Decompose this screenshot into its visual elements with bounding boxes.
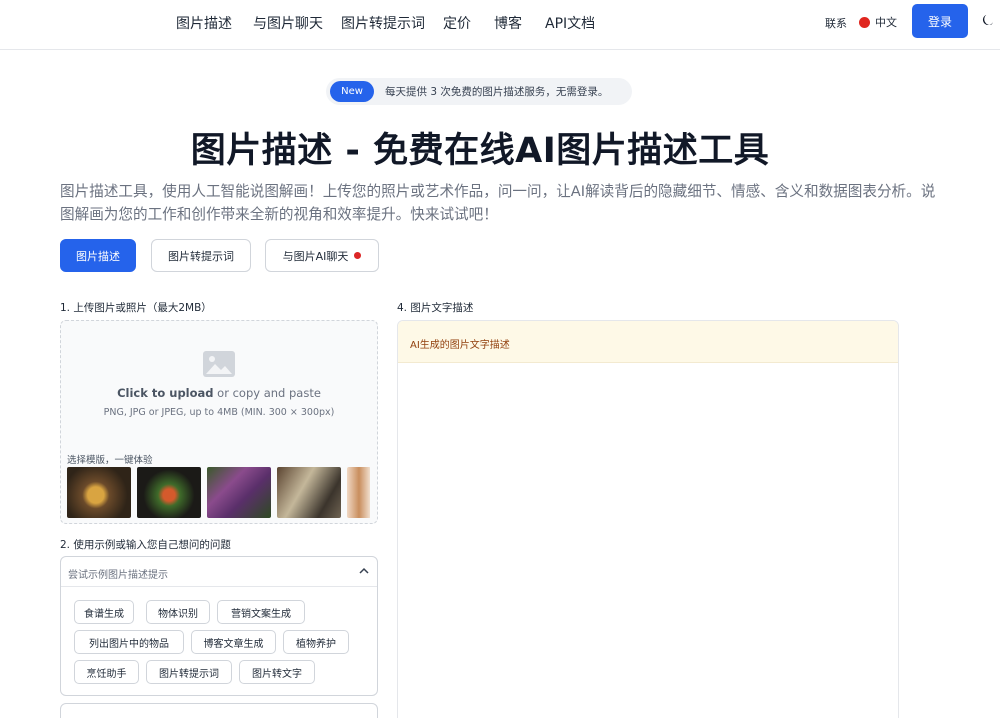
prompt-section-label: 2. 使用示例或输入您自己想问的问题 xyxy=(60,539,231,551)
page-subtitle: 图片描述工具，使用人工智能说图解画！上传您的照片或艺术作品，问一问，让AI解读背… xyxy=(60,183,936,223)
notification-dot xyxy=(354,252,362,259)
prompt-placeholder: 尝试示例图片描述提示 xyxy=(68,570,168,581)
prompt-examples-panel: 尝试示例图片描述提示 食谱生成 物体识别 营销文案生成 列出图片中的物品 博客文… xyxy=(60,556,378,696)
top-nav-bar: 图片描述 与图片聊天 图片转提示词 定价 博客 API文档 联系 中文 登录 xyxy=(0,0,1000,50)
language-label: 中文 xyxy=(875,16,897,29)
upload-instruction: Click to upload or copy and paste xyxy=(61,386,377,400)
upload-dropzone[interactable]: Click to upload or copy and paste PNG, J… xyxy=(60,320,378,524)
template-thumbnail[interactable] xyxy=(67,467,131,518)
nav-pricing[interactable]: 定价 xyxy=(443,13,471,33)
nav-chat-with-image[interactable]: 与图片聊天 xyxy=(253,13,323,33)
tab-image-description[interactable]: 图片描述 xyxy=(60,239,136,272)
prompt-chip[interactable]: 植物养护 xyxy=(283,630,349,654)
tab-label: 与图片AI聊天 xyxy=(282,249,349,263)
nav-image-description[interactable]: 图片描述 xyxy=(176,13,232,33)
description-output-panel: AI生成的图片文字描述 xyxy=(397,320,899,718)
login-button[interactable]: 登录 xyxy=(912,4,968,38)
question-input-box[interactable] xyxy=(60,703,378,718)
china-flag-icon xyxy=(859,16,870,28)
prompt-dropdown-header[interactable]: 尝试示例图片描述提示 xyxy=(61,557,377,587)
template-thumbnails xyxy=(67,467,370,519)
prompt-chip[interactable]: 博客文章生成 xyxy=(191,630,276,654)
nav-blog[interactable]: 博客 xyxy=(494,13,522,33)
description-section-label: 4. 图片文字描述 xyxy=(397,302,474,314)
page-title: 图片描述 - 免费在线AI图片描述工具 xyxy=(190,131,770,171)
contact-link[interactable]: 联系 xyxy=(825,15,847,31)
prompt-chip[interactable]: 营销文案生成 xyxy=(217,600,305,624)
new-tag: New xyxy=(330,81,374,102)
template-label: 选择模版，一键体验 xyxy=(67,455,153,466)
prompt-chip[interactable]: 物体识别 xyxy=(146,600,210,624)
tab-label: 图片转提示词 xyxy=(168,249,234,263)
announcement-text: 每天提供 3 次免费的图片描述服务，无需登录。 xyxy=(385,86,609,98)
template-thumbnail[interactable] xyxy=(207,467,271,518)
description-placeholder: AI生成的图片文字描述 xyxy=(410,340,510,351)
copy-paste-text: or copy and paste xyxy=(213,386,321,400)
prompt-chip[interactable]: 烹饪助手 xyxy=(74,660,139,684)
tab-image-to-prompt[interactable]: 图片转提示词 xyxy=(151,239,251,272)
nav-api-docs[interactable]: API文档 xyxy=(545,13,595,33)
click-to-upload-text[interactable]: Click to upload xyxy=(117,386,213,400)
image-placeholder-icon xyxy=(203,351,235,377)
chevron-up-icon[interactable] xyxy=(359,567,369,575)
template-thumbnail[interactable] xyxy=(347,467,370,518)
prompt-chip[interactable]: 列出图片中的物品 xyxy=(74,630,184,654)
prompt-chip[interactable]: 图片转文字 xyxy=(239,660,315,684)
prompt-chip[interactable]: 图片转提示词 xyxy=(146,660,232,684)
template-thumbnail[interactable] xyxy=(137,467,201,518)
template-thumbnail[interactable] xyxy=(277,467,341,518)
upload-format-hint: PNG, JPG or JPEG, up to 4MB (MIN. 300 × … xyxy=(103,407,335,418)
tab-label: 图片描述 xyxy=(76,249,120,263)
prompt-chip[interactable]: 食谱生成 xyxy=(74,600,134,624)
upload-section-label: 1. 上传图片或照片（最大2MB） xyxy=(60,302,212,314)
tab-chat-with-image-ai[interactable]: 与图片AI聊天 xyxy=(265,239,379,272)
nav-image-to-prompt[interactable]: 图片转提示词 xyxy=(341,13,425,33)
language-switcher[interactable]: 中文 xyxy=(859,14,897,30)
description-output-header: AI生成的图片文字描述 xyxy=(398,321,898,363)
announcement-badge: New 每天提供 3 次免费的图片描述服务，无需登录。 xyxy=(326,78,632,105)
dark-mode-moon-icon[interactable] xyxy=(981,13,995,27)
